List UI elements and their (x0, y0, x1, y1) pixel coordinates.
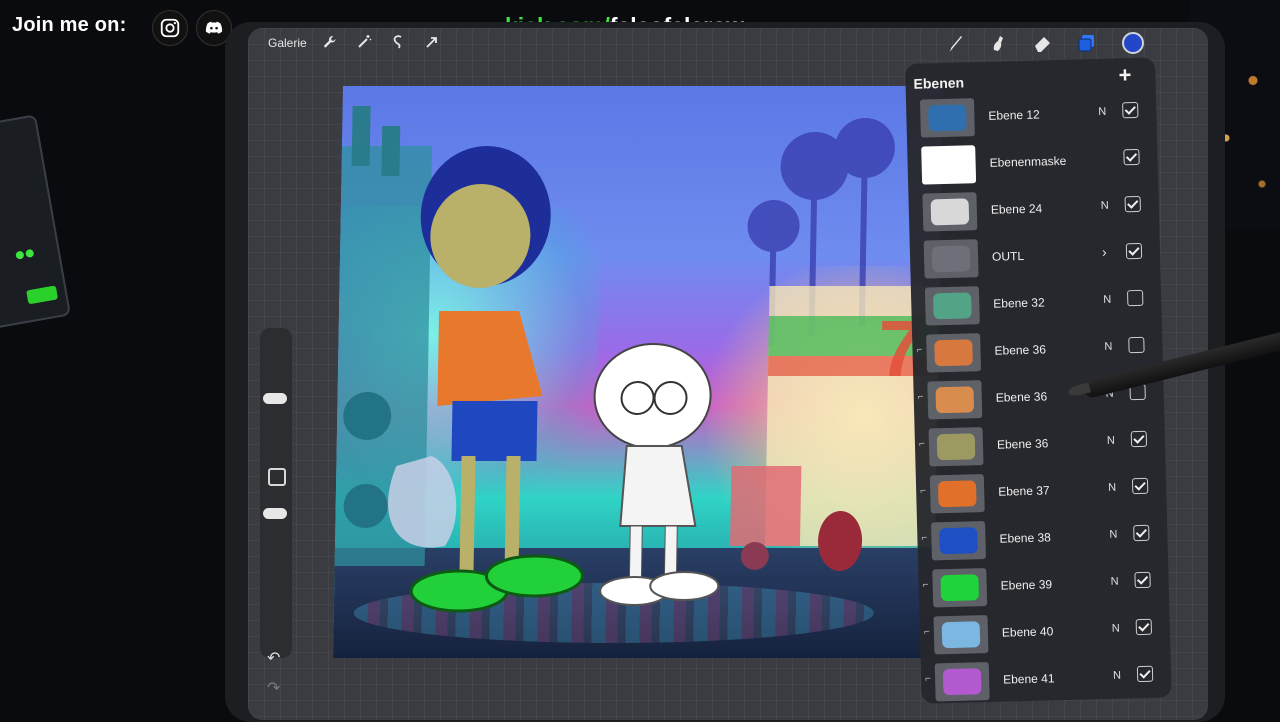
layer-row[interactable]: ⌐ Ebene 38 N (921, 513, 1158, 565)
instagram-icon (152, 10, 188, 46)
character-illustration: 7 (334, 106, 943, 613)
layer-thumbnail[interactable] (934, 662, 990, 702)
clipping-mask-icon: ⌐ (916, 344, 923, 356)
clipping-mask-icon: ⌐ (920, 485, 927, 497)
layer-thumbnail[interactable] (929, 474, 985, 514)
layer-row[interactable]: ⌐ Ebene 37 N (920, 466, 1157, 518)
eraser-icon[interactable] (1032, 32, 1054, 54)
top-toolbar: Galerie (248, 28, 1208, 58)
layer-visibility-checkbox[interactable] (1124, 195, 1141, 213)
magic-wand-icon[interactable] (356, 34, 372, 50)
layer-thumbnail[interactable] (933, 615, 989, 655)
blend-mode-button[interactable]: N (1113, 670, 1121, 682)
procreate-screen: Galerie 7 ↶ ↷ Ebenen + Ebene 12 N Ebenen… (248, 28, 1208, 720)
blend-mode-button[interactable]: N (1108, 482, 1116, 494)
artwork-canvas[interactable]: 7 (333, 86, 943, 658)
layer-thumbnail[interactable] (924, 286, 980, 326)
color-picker-button[interactable] (1122, 32, 1144, 54)
blend-mode-button[interactable]: N (1098, 106, 1106, 118)
layer-thumbnail[interactable] (932, 568, 988, 608)
layer-row[interactable]: ⌐ Ebene 39 N (922, 560, 1159, 612)
layer-visibility-checkbox[interactable] (1131, 477, 1149, 495)
layer-thumbnail[interactable] (931, 521, 986, 561)
layer-name: Ebenenmaske (989, 153, 1067, 170)
blend-mode-button[interactable]: N (1110, 576, 1118, 588)
left-sidebar: ↶ ↷ (260, 328, 292, 697)
layer-visibility-checkbox[interactable] (1133, 524, 1150, 542)
blend-mode-button[interactable]: N (1107, 435, 1115, 447)
clipping-mask-icon: ⌐ (923, 626, 930, 638)
wrench-icon[interactable] (322, 34, 338, 50)
layer-name: Ebene 38 (999, 530, 1052, 546)
add-layer-button[interactable]: + (1118, 62, 1132, 88)
layer-visibility-checkbox[interactable] (1126, 289, 1144, 307)
clipping-mask-icon: ⌐ (922, 579, 929, 591)
opacity-slider[interactable] (263, 508, 287, 519)
brush-icon[interactable] (944, 32, 966, 54)
clipping-mask-icon: ⌐ (917, 391, 924, 403)
layer-visibility-checkbox[interactable] (1123, 148, 1140, 166)
clipping-mask-icon: ⌐ (924, 673, 932, 685)
layer-name: OUTL (991, 248, 1025, 264)
layer-name: Ebene 36 (996, 436, 1049, 452)
layer-row[interactable]: ⌐ Ebene 36 N (916, 325, 1153, 377)
blend-mode-button[interactable]: N (1103, 294, 1111, 306)
layer-name: Ebene 41 (1002, 671, 1055, 687)
layer-name: Ebene 36 (995, 389, 1048, 405)
layer-name: Ebene 40 (1001, 624, 1054, 640)
midi-controller (0, 114, 72, 330)
gallery-button[interactable]: Galerie (268, 36, 307, 50)
layer-thumbnail[interactable] (927, 380, 983, 420)
blend-mode-button[interactable]: N (1109, 529, 1117, 541)
layer-row[interactable]: Ebenenmaske (911, 137, 1148, 189)
layer-row[interactable]: ⌐ Ebene 36 N (918, 419, 1155, 471)
layer-name: Ebene 37 (998, 483, 1050, 499)
layer-visibility-checkbox[interactable] (1122, 101, 1139, 119)
selection-icon[interactable] (390, 34, 406, 50)
layer-visibility-checkbox[interactable] (1136, 665, 1154, 683)
layer-name: Ebene 32 (993, 295, 1045, 311)
layers-panel-title: Ebenen (913, 74, 965, 92)
clipping-mask-icon: ⌐ (918, 438, 925, 450)
layer-visibility-checkbox[interactable] (1134, 571, 1151, 589)
layer-thumbnail[interactable] (926, 333, 982, 373)
layer-visibility-checkbox[interactable] (1125, 242, 1143, 260)
brush-size-slider[interactable] (263, 393, 287, 404)
layer-row[interactable]: ⌐ Ebene 41 N (925, 654, 1162, 706)
layer-row[interactable]: Ebene 12 N (910, 90, 1147, 142)
layer-thumbnail[interactable] (921, 145, 977, 185)
layer-name: Ebene 24 (990, 201, 1043, 217)
layer-name: Ebene 36 (994, 342, 1047, 358)
layer-thumbnail[interactable] (922, 192, 978, 232)
layer-thumbnail[interactable] (923, 239, 979, 279)
layer-thumbnail[interactable] (928, 427, 984, 467)
eyedropper-button[interactable] (268, 468, 286, 486)
layer-visibility-checkbox[interactable] (1135, 618, 1153, 636)
clipping-mask-icon: ⌐ (921, 532, 928, 544)
layer-row[interactable]: ⌐ Ebene 40 N (923, 607, 1160, 659)
blend-mode-button[interactable]: N (1101, 200, 1109, 212)
layer-row[interactable]: Ebene 24 N (912, 184, 1149, 236)
layer-name: Ebene 12 (988, 107, 1040, 123)
blend-mode-button[interactable]: N (1104, 341, 1112, 353)
undo-button[interactable]: ↶ (267, 648, 280, 668)
transform-arrow-icon[interactable] (424, 34, 440, 50)
redo-button[interactable]: ↷ (267, 678, 280, 698)
layer-row[interactable]: Ebene 32 N (915, 278, 1152, 330)
layer-name: Ebene 39 (1000, 577, 1053, 593)
layer-row[interactable]: OUTL › (914, 231, 1151, 283)
join-me-label: Join me on: (12, 14, 127, 36)
group-expand-icon[interactable]: › (1102, 244, 1107, 260)
layer-thumbnail[interactable] (919, 98, 975, 138)
smudge-icon[interactable] (988, 32, 1010, 54)
layer-visibility-checkbox[interactable] (1130, 430, 1148, 448)
blend-mode-button[interactable]: N (1112, 623, 1120, 635)
layers-icon[interactable] (1076, 32, 1098, 54)
layer-visibility-checkbox[interactable] (1128, 336, 1145, 354)
